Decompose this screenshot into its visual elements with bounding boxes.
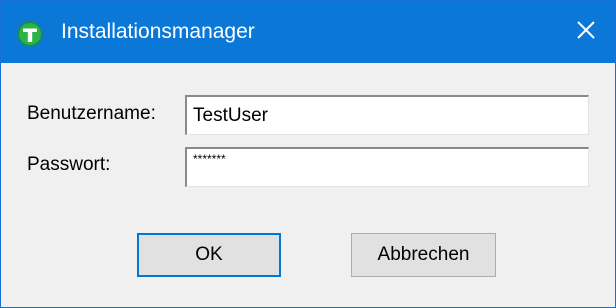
close-button[interactable]	[557, 1, 615, 63]
installation-manager-dialog: Installationsmanager Benutzername: TestU…	[0, 0, 616, 308]
username-label: Benutzername:	[27, 103, 156, 124]
dialog-body: Benutzername: TestUser Passwort: *******…	[7, 63, 607, 301]
username-input[interactable]: TestUser	[185, 95, 589, 135]
password-input[interactable]: *******	[185, 147, 589, 187]
ok-button[interactable]: OK	[137, 233, 281, 277]
window-title: Installationsmanager	[61, 20, 255, 43]
ok-button-label: OK	[195, 244, 223, 265]
cancel-button[interactable]: Abbrechen	[351, 233, 496, 277]
cancel-button-label: Abbrechen	[377, 244, 470, 265]
close-icon	[576, 20, 596, 45]
password-label: Passwort:	[27, 154, 111, 175]
title-bar[interactable]: Installationsmanager	[1, 1, 615, 63]
app-logo-icon	[17, 21, 43, 47]
